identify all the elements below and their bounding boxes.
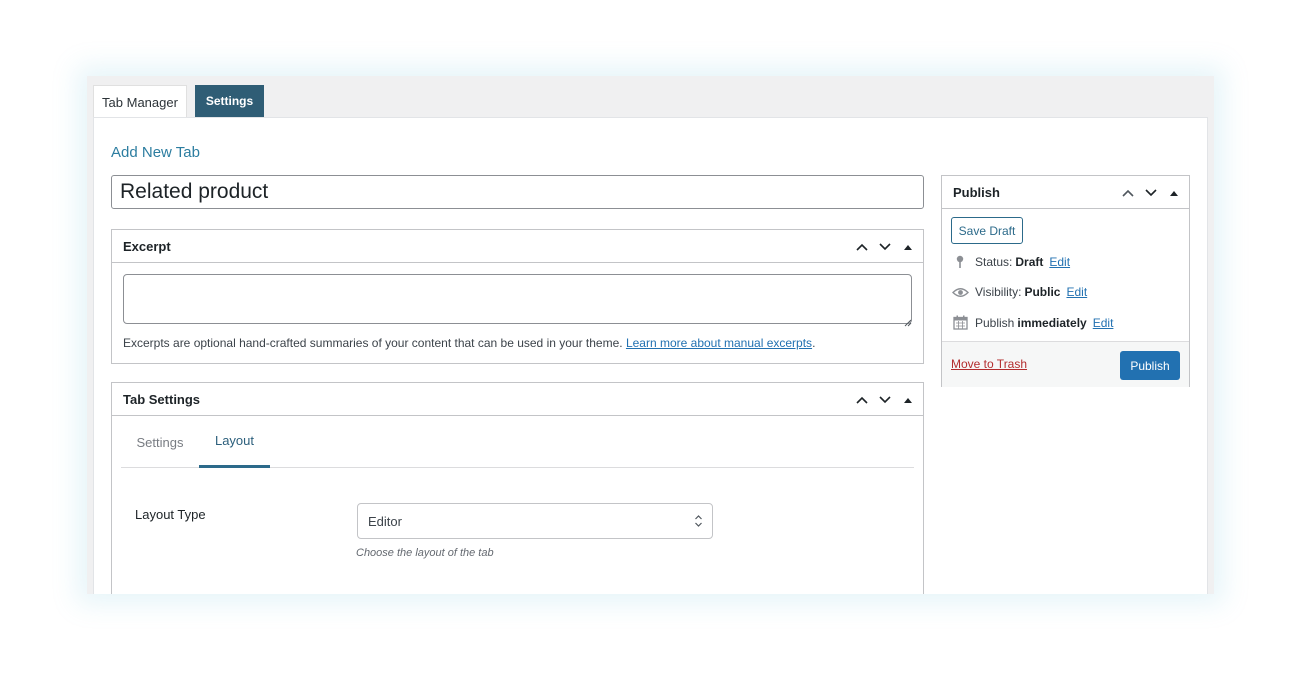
calendar-icon bbox=[951, 315, 969, 330]
move-up-icon[interactable] bbox=[855, 240, 869, 254]
visibility-label: Visibility: bbox=[975, 285, 1022, 299]
move-up-icon[interactable] bbox=[855, 393, 869, 407]
learn-more-link[interactable]: Learn more about manual excerpts bbox=[626, 336, 812, 350]
publish-time-value: immediately bbox=[1017, 315, 1087, 330]
title-input[interactable] bbox=[111, 175, 924, 209]
excerpt-help-period: . bbox=[812, 336, 816, 350]
eye-icon bbox=[951, 287, 969, 298]
publish-box: Publish Save Draft Status: Draft Edit Visi… bbox=[941, 175, 1190, 387]
layout-help-text: Choose the layout of the tab bbox=[356, 547, 494, 559]
status-label: Status: bbox=[975, 255, 1013, 269]
publish-time-row: Publish immediately Edit bbox=[951, 315, 1113, 330]
publish-box-title: Publish bbox=[953, 184, 1000, 200]
collapse-toggle-icon[interactable] bbox=[1167, 186, 1181, 200]
top-tab-bar: Tab Manager Settings bbox=[87, 76, 1214, 118]
excerpt-box-header: Excerpt bbox=[112, 230, 923, 263]
resize-grip-icon[interactable] bbox=[904, 314, 921, 361]
subtab-layout[interactable]: Layout bbox=[199, 416, 270, 468]
excerpt-box-title: Excerpt bbox=[123, 238, 171, 254]
tab-settings-title: Tab Settings bbox=[123, 391, 201, 407]
page-title: Add New Tab bbox=[111, 144, 200, 161]
excerpt-textarea[interactable] bbox=[123, 274, 912, 324]
admin-frame: Tab Manager Settings Add New Tab Excerpt… bbox=[87, 76, 1214, 594]
layout-type-label: Layout Type bbox=[135, 507, 206, 522]
publish-label: Publish bbox=[975, 315, 1015, 330]
publish-box-header: Publish bbox=[942, 176, 1189, 209]
tab-tab-manager[interactable]: Tab Manager bbox=[93, 85, 187, 118]
tab-settings-box: Tab Settings Settings Layout Layout Type… bbox=[111, 382, 924, 594]
select-arrows-icon bbox=[694, 514, 703, 531]
move-down-icon[interactable] bbox=[878, 240, 892, 254]
excerpt-help-sentence: Excerpts are optional hand-crafted summa… bbox=[123, 336, 623, 350]
tab-settings-header: Tab Settings bbox=[112, 383, 923, 416]
status-edit-link[interactable]: Edit bbox=[1049, 255, 1070, 269]
subtab-settings[interactable]: Settings bbox=[121, 416, 199, 468]
pin-icon bbox=[951, 255, 969, 269]
tab-settings[interactable]: Settings bbox=[195, 85, 264, 117]
collapse-toggle-icon[interactable] bbox=[901, 393, 915, 407]
layout-type-value: Editor bbox=[368, 513, 402, 529]
main-panel: Add New Tab Excerpt Excerpts are optiona… bbox=[93, 117, 1208, 594]
visibility-row: Visibility: Public Edit bbox=[951, 285, 1087, 299]
status-value: Draft bbox=[1015, 255, 1044, 269]
collapse-toggle-icon[interactable] bbox=[901, 240, 915, 254]
move-up-icon[interactable] bbox=[1121, 186, 1135, 200]
layout-type-select[interactable]: Editor bbox=[357, 503, 713, 539]
visibility-edit-link[interactable]: Edit bbox=[1066, 285, 1087, 299]
excerpt-box: Excerpt Excerpts are optional hand-craft… bbox=[111, 229, 924, 364]
status-row: Status: Draft Edit bbox=[951, 255, 1070, 269]
excerpt-help-text: Excerpts are optional hand-crafted summa… bbox=[123, 336, 815, 350]
save-draft-button[interactable]: Save Draft bbox=[951, 217, 1023, 244]
settings-subtabs: Settings Layout bbox=[121, 416, 914, 468]
publish-actions: Move to Trash Publish bbox=[942, 341, 1189, 387]
move-to-trash-link[interactable]: Move to Trash bbox=[951, 357, 1027, 371]
publish-time-edit-link[interactable]: Edit bbox=[1093, 316, 1114, 330]
publish-button[interactable]: Publish bbox=[1120, 351, 1180, 380]
move-down-icon[interactable] bbox=[878, 393, 892, 407]
visibility-value: Public bbox=[1024, 285, 1061, 299]
move-down-icon[interactable] bbox=[1144, 186, 1158, 200]
